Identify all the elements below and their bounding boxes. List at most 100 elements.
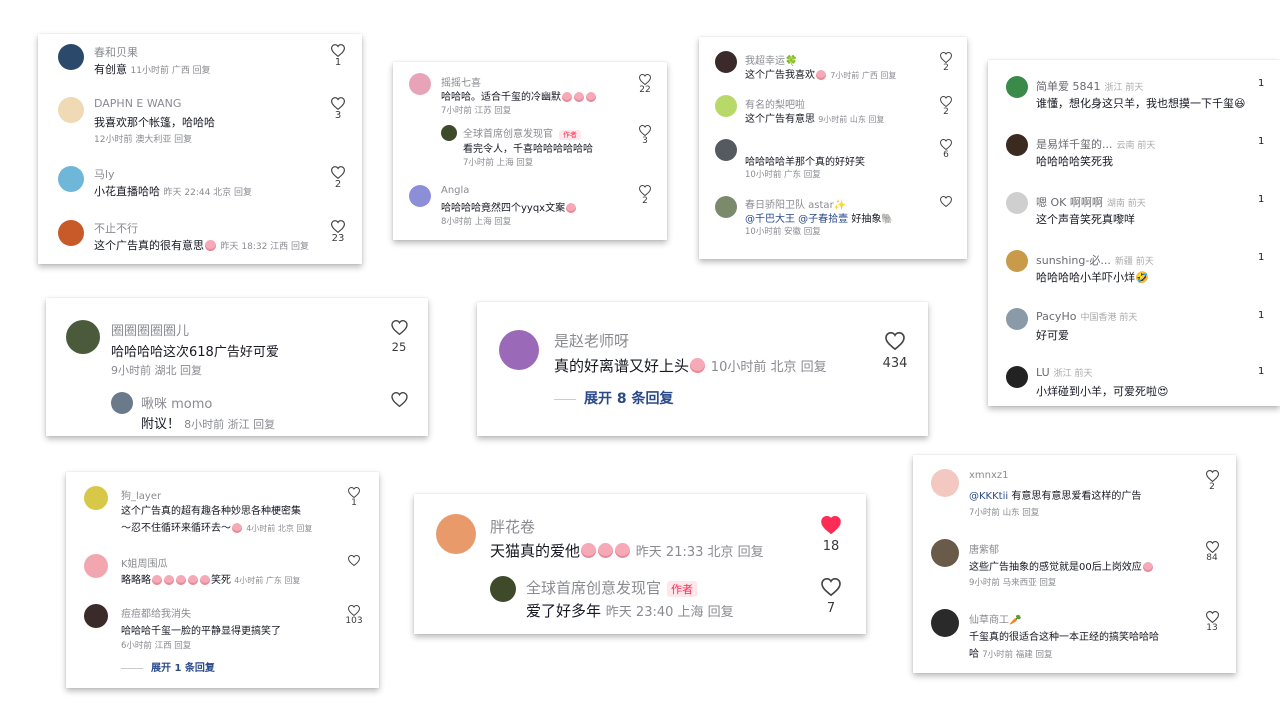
username[interactable]: 不止不行 bbox=[94, 220, 138, 236]
avatar[interactable] bbox=[58, 220, 84, 246]
username[interactable]: sunshing-必... 新疆 前天 bbox=[1036, 252, 1154, 268]
comment-meta: 6小时前 江西 回复 bbox=[121, 641, 192, 651]
like-button[interactable]: 84 bbox=[1199, 541, 1225, 563]
username[interactable]: 我超幸运🍀 bbox=[745, 52, 797, 67]
like-count: 3 bbox=[642, 136, 648, 146]
avatar[interactable] bbox=[436, 514, 476, 554]
avatar[interactable] bbox=[715, 51, 737, 73]
avatar[interactable] bbox=[66, 320, 100, 354]
comment-meta: 7小时前 上海 回复 bbox=[463, 158, 534, 168]
like-button[interactable]: 2 bbox=[326, 166, 350, 190]
avatar[interactable] bbox=[1006, 250, 1028, 272]
like-count[interactable]: 1 bbox=[1258, 252, 1264, 263]
expand-replies-button[interactable]: 展开 8 条回复 bbox=[554, 388, 674, 408]
avatar[interactable] bbox=[1006, 366, 1028, 388]
username[interactable]: 痘痘都给我消失 bbox=[121, 605, 191, 620]
like-count[interactable]: 1 bbox=[1258, 194, 1264, 205]
avatar[interactable] bbox=[409, 185, 431, 207]
username[interactable]: 狗_layer bbox=[121, 487, 161, 502]
username[interactable]: 全球首席创意发现官 作者 bbox=[526, 577, 698, 598]
like-button[interactable]: 22 bbox=[635, 74, 655, 95]
avatar[interactable] bbox=[1006, 76, 1028, 98]
like-button[interactable]: 3 bbox=[326, 97, 350, 121]
avatar[interactable] bbox=[58, 166, 84, 192]
username[interactable]: 是赵老师呀 bbox=[554, 330, 629, 351]
username[interactable]: 春和贝果 bbox=[94, 44, 138, 60]
like-button[interactable]: 2 bbox=[936, 96, 956, 117]
username[interactable]: 摇摇七喜 bbox=[441, 74, 481, 89]
username[interactable]: 全球首席创意发现官 作者 bbox=[463, 125, 581, 140]
avatar[interactable] bbox=[84, 604, 108, 628]
avatar[interactable] bbox=[441, 125, 457, 141]
avatar[interactable] bbox=[84, 554, 108, 578]
username[interactable]: 仙草商工🥕 bbox=[969, 611, 1021, 626]
username[interactable]: 嗯 OK 啊啊啊 湖南 前天 bbox=[1036, 194, 1146, 210]
avatar[interactable] bbox=[58, 44, 84, 70]
pig-emoji-icon bbox=[690, 358, 706, 374]
like-button[interactable]: 2 bbox=[1201, 470, 1223, 492]
username[interactable]: DAPHN E WANG bbox=[94, 97, 181, 110]
username[interactable]: PacyHo 中国香港 前天 bbox=[1036, 310, 1137, 323]
avatar[interactable] bbox=[111, 392, 133, 414]
username[interactable]: Angla bbox=[441, 185, 469, 196]
comment-meta: 7小时前 山东 回复 bbox=[969, 508, 1040, 518]
heart-icon bbox=[940, 52, 952, 63]
username[interactable]: 唐紫郁 bbox=[969, 541, 999, 556]
comment-meta: 9小时前 湖北 回复 bbox=[111, 364, 202, 377]
like-button[interactable] bbox=[386, 392, 412, 407]
avatar[interactable] bbox=[931, 469, 959, 497]
like-button[interactable]: 23 bbox=[326, 220, 350, 244]
like-count[interactable]: 1 bbox=[1258, 366, 1264, 377]
username[interactable]: 简单爱 5841 浙江 前天 bbox=[1036, 78, 1143, 94]
heart-icon bbox=[390, 392, 408, 407]
username[interactable]: 马ly bbox=[94, 166, 115, 182]
avatar[interactable] bbox=[409, 73, 431, 95]
like-button[interactable]: 13 bbox=[1199, 611, 1225, 633]
expand-replies-button[interactable]: 展开 1 条回复 bbox=[121, 659, 215, 674]
comment-text: 哈哈哈哈这次618广告好可爱 bbox=[111, 345, 279, 360]
like-button[interactable]: 1 bbox=[326, 44, 350, 68]
avatar[interactable] bbox=[84, 486, 108, 510]
mention-link[interactable]: @KKKtii bbox=[969, 491, 1008, 502]
like-button[interactable]: 3 bbox=[635, 125, 655, 146]
username[interactable]: 啾咪 momo bbox=[141, 393, 212, 412]
like-count[interactable]: 1 bbox=[1258, 136, 1264, 147]
username[interactable]: 春日骄阳卫队 astar✨ bbox=[745, 196, 846, 211]
avatar[interactable] bbox=[490, 576, 516, 602]
like-button[interactable]: 2 bbox=[635, 185, 655, 206]
username[interactable]: K姐周围瓜 bbox=[121, 555, 168, 570]
like-button[interactable]: 2 bbox=[936, 52, 956, 73]
comment-text: 我喜欢那个帐篷，哈哈哈 bbox=[94, 116, 215, 129]
like-count: 84 bbox=[1206, 553, 1218, 563]
like-button[interactable]: 103 bbox=[342, 605, 366, 626]
avatar[interactable] bbox=[715, 95, 737, 117]
like-button[interactable]: 7 bbox=[816, 578, 846, 616]
username[interactable]: 胖花卷 bbox=[490, 516, 535, 537]
comment-meta: 9小时前 山东 回复 bbox=[818, 115, 885, 124]
avatar[interactable] bbox=[499, 330, 539, 370]
username[interactable]: 有名的梨吧啦 bbox=[745, 96, 805, 111]
username[interactable]: LU 浙江 前天 bbox=[1036, 366, 1093, 379]
username[interactable]: 圈圈圈圈圈儿 bbox=[111, 320, 189, 339]
avatar[interactable] bbox=[1006, 192, 1028, 214]
like-button[interactable]: 18 bbox=[816, 516, 846, 554]
like-count[interactable]: 1 bbox=[1258, 78, 1264, 89]
like-count[interactable]: 1 bbox=[1258, 310, 1264, 321]
avatar[interactable] bbox=[715, 196, 737, 218]
avatar[interactable] bbox=[931, 609, 959, 637]
avatar[interactable] bbox=[1006, 308, 1028, 330]
username[interactable]: 是易烊千玺的... 云南 前天 bbox=[1036, 136, 1155, 152]
avatar[interactable] bbox=[58, 97, 84, 123]
avatar[interactable] bbox=[715, 139, 737, 161]
mention-link[interactable]: @千巴大王 @子春拾壹 bbox=[745, 214, 848, 225]
like-button[interactable] bbox=[936, 196, 956, 207]
like-button[interactable]: 6 bbox=[936, 139, 956, 160]
avatar[interactable] bbox=[1006, 134, 1028, 156]
comment-meta: 昨天 23:40 上海 回复 bbox=[605, 605, 734, 620]
avatar[interactable] bbox=[931, 539, 959, 567]
like-button[interactable] bbox=[344, 555, 364, 566]
like-button[interactable]: 25 bbox=[386, 320, 412, 354]
like-button[interactable]: 434 bbox=[875, 332, 915, 371]
like-button[interactable]: 1 bbox=[344, 487, 364, 508]
username[interactable]: xmnxz1 bbox=[969, 470, 1009, 481]
